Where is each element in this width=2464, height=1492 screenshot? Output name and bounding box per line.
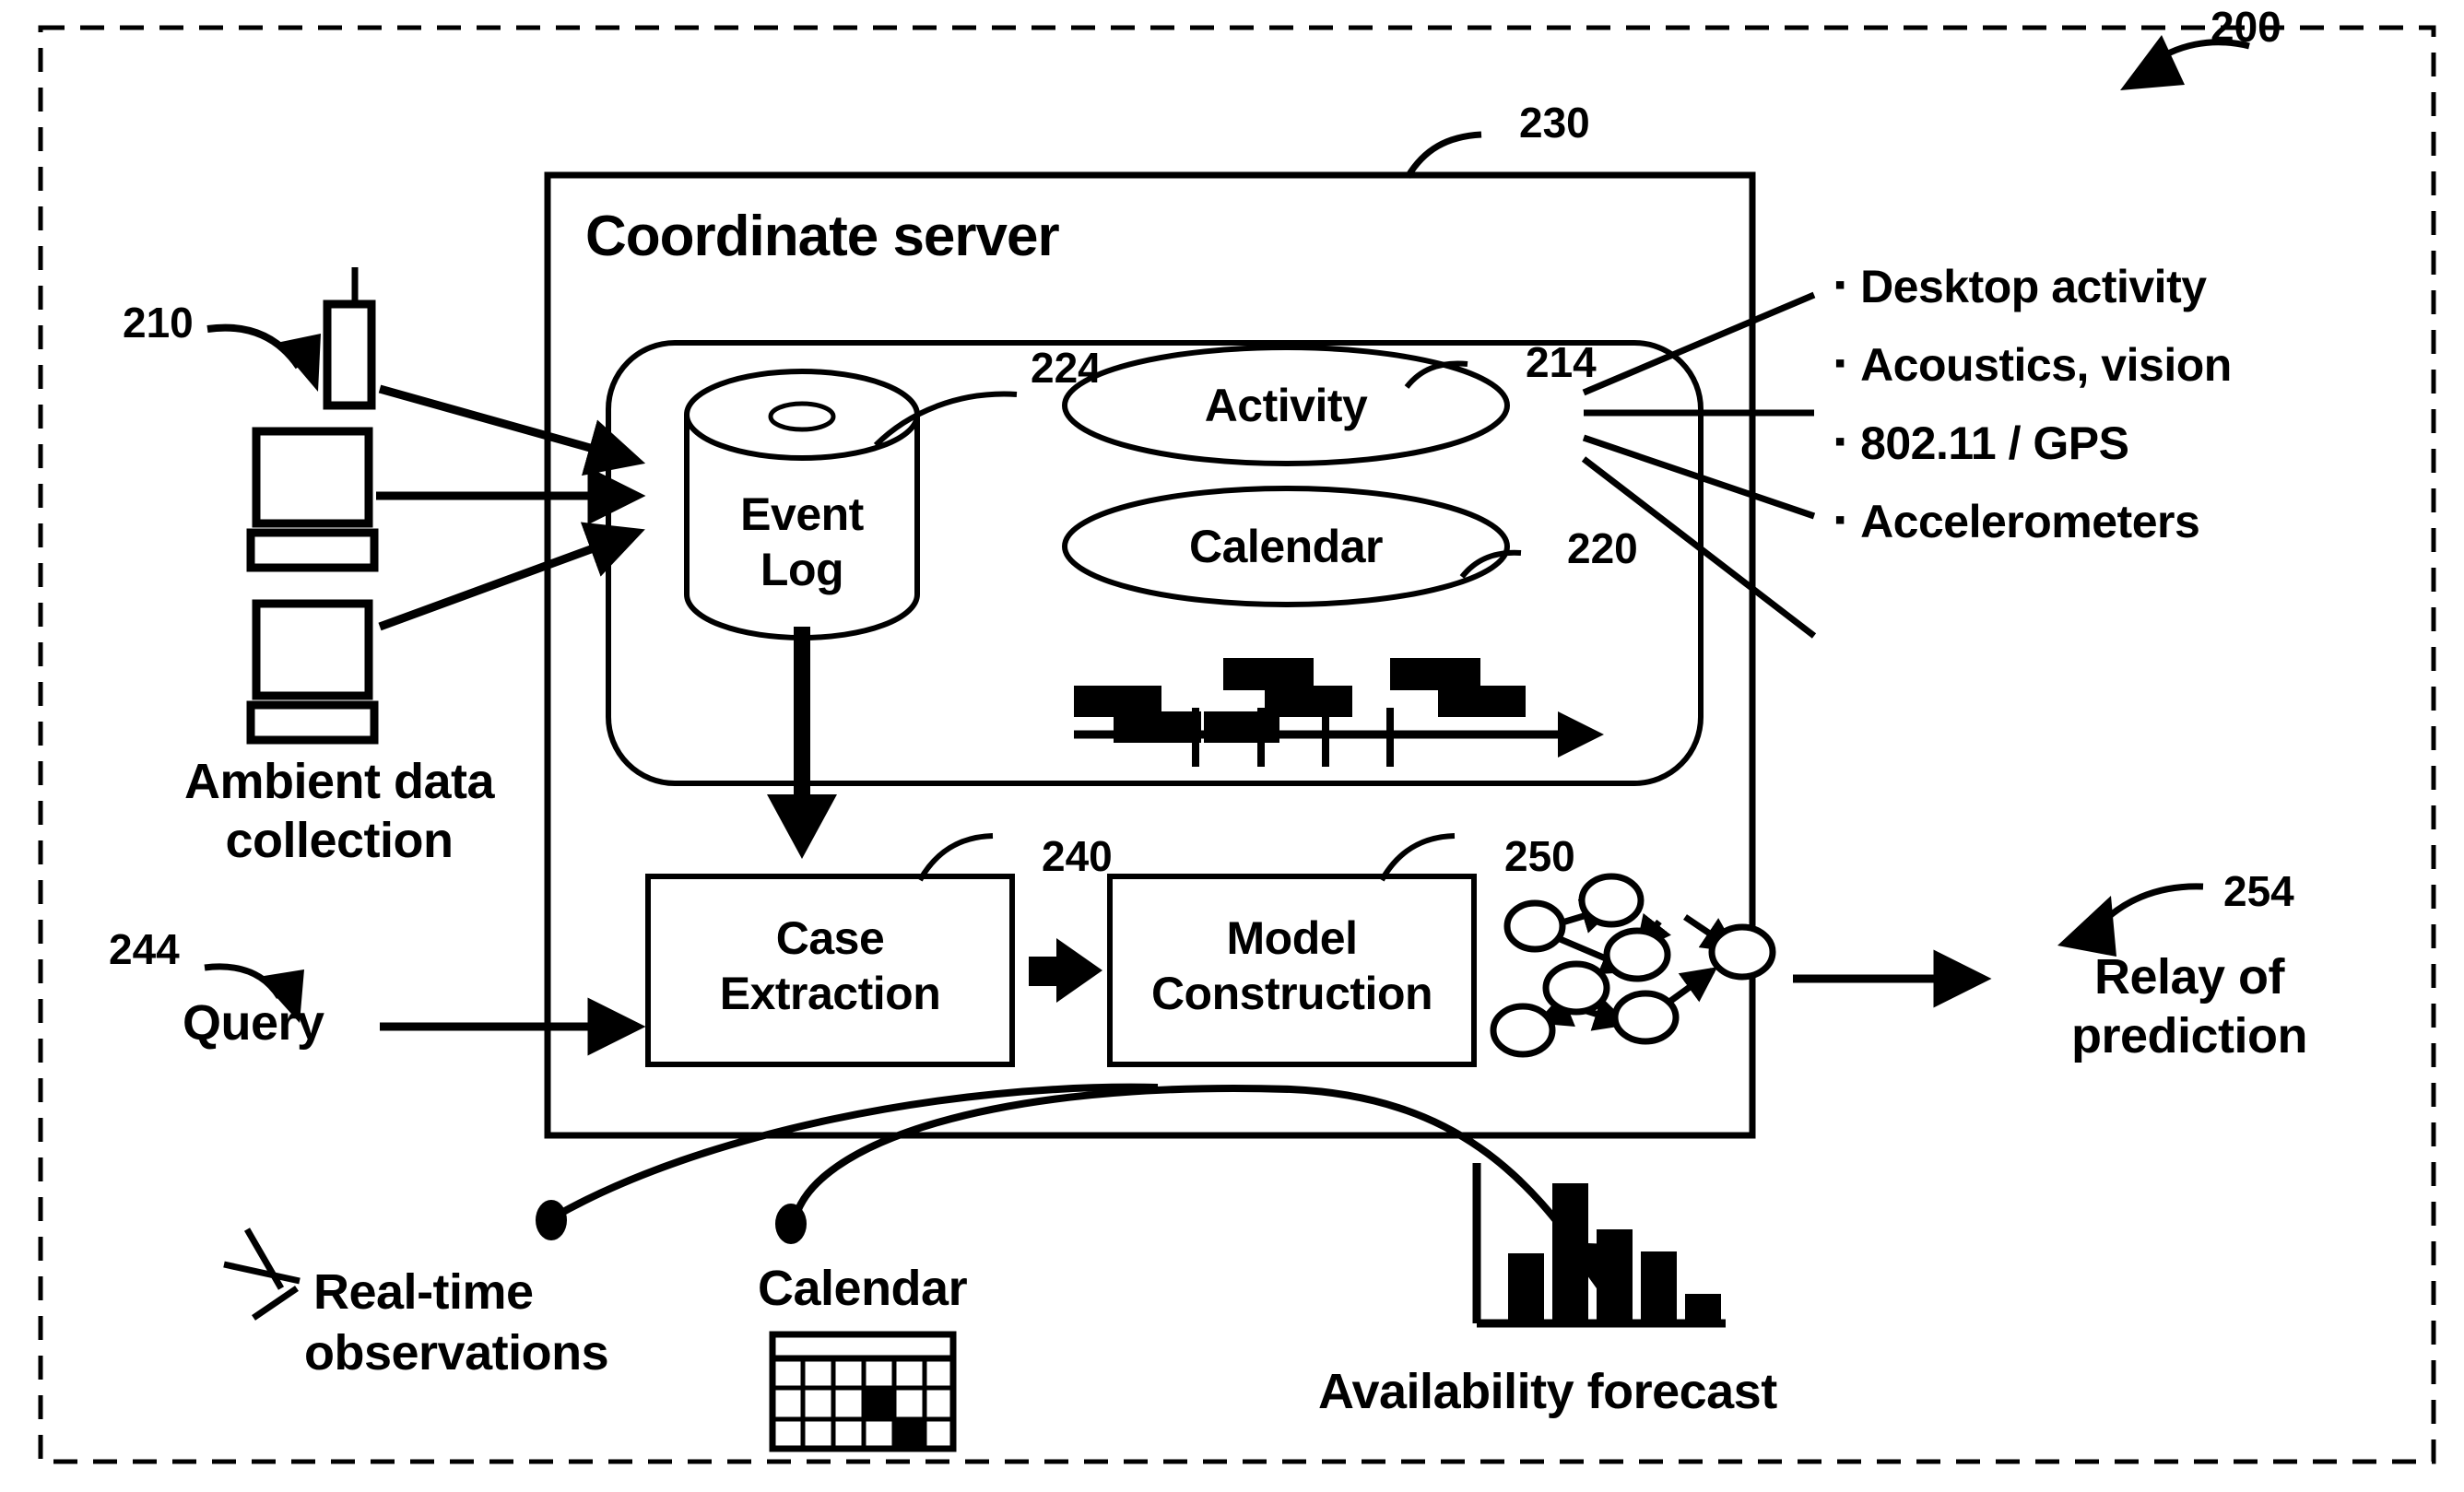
device-to-eventlog-arrows xyxy=(376,384,646,631)
ambient-data-collection-line2: collection xyxy=(225,813,454,868)
sensor-bullet-list: ▪ Desktop activity ▪ Acoustics, vision ▪… xyxy=(1834,261,2406,574)
leader-240 xyxy=(917,833,994,882)
ref-230: 230 xyxy=(1519,99,1590,147)
signal-burst-icon xyxy=(223,1228,301,1321)
activity-label: Activity xyxy=(1204,380,1368,431)
ref-210: 210 xyxy=(123,299,194,347)
mobile-phone-icon xyxy=(323,267,376,410)
outer-dashed-frame xyxy=(38,25,2436,1464)
availability-forecast-label: Availability forecast xyxy=(1318,1364,1777,1419)
calendar-bottom-label: Calendar xyxy=(758,1261,968,1316)
gantt-timeline-icon xyxy=(1074,658,1604,767)
leader-230 xyxy=(1404,131,1482,179)
bullet-label-2: 802.11 / GPS xyxy=(1860,417,2129,469)
event-log-label-line2: Log xyxy=(760,544,844,595)
case-to-model-arrow xyxy=(1029,938,1102,1003)
ref-250: 250 xyxy=(1504,832,1575,880)
bullet-square-icon: ▪ xyxy=(1834,502,1846,537)
bullet-square-icon: ▪ xyxy=(1834,267,1846,302)
model-construction-line1: Model xyxy=(1226,912,1358,964)
ref-254: 254 xyxy=(2223,867,2294,915)
bullet-item-accelerometers: ▪ Accelerometers xyxy=(1834,496,2406,549)
bar-chart-icon xyxy=(1472,1163,1726,1328)
query-label: Query xyxy=(183,995,324,1051)
ambient-data-collection-line1: Ambient data xyxy=(183,754,495,809)
bullet-label-3: Accelerometers xyxy=(1860,496,2200,547)
model-construction-line2: Construction xyxy=(1150,968,1433,1019)
coordinate-server-title: Coordinate server xyxy=(585,205,1060,268)
bullet-item-802-11-gps: ▪ 802.11 / GPS xyxy=(1834,417,2406,471)
bayesian-network-icon xyxy=(1490,873,1776,1058)
ref-200: 200 xyxy=(2211,3,2281,51)
case-extraction-line2: Extraction xyxy=(719,968,941,1019)
realtime-observations-line1: Real-time xyxy=(313,1264,534,1320)
ref-214: 214 xyxy=(1526,338,1597,386)
bullet-square-icon: ▪ xyxy=(1834,424,1846,459)
ref-244: 244 xyxy=(109,925,180,973)
relay-of-prediction-line1: Relay of xyxy=(2093,949,2285,1004)
eventlog-to-case-arrow xyxy=(767,627,837,859)
bullet-label-1: Acoustics, vision xyxy=(1860,339,2232,391)
case-extraction-line1: Case xyxy=(775,912,885,964)
calendar-node-label: Calendar xyxy=(1189,521,1383,572)
ref-220: 220 xyxy=(1567,524,1638,572)
laptop-computer-icon xyxy=(246,427,379,572)
bullet-label-0: Desktop activity xyxy=(1860,261,2207,312)
bullet-item-acoustics-vision: ▪ Acoustics, vision xyxy=(1834,339,2406,393)
event-log-label-line1: Event xyxy=(740,488,864,540)
bullet-square-icon: ▪ xyxy=(1834,346,1846,381)
desktop-computer-icon xyxy=(246,599,379,745)
leader-250 xyxy=(1379,833,1456,882)
relay-of-prediction-line2: prediction xyxy=(2070,1008,2308,1063)
leader-210 xyxy=(206,323,321,392)
realtime-observations-line2: observations xyxy=(304,1325,609,1380)
patent-figure-200: 200 230 Coordinate server 210 224 214 22… xyxy=(0,0,2464,1492)
leader-254 xyxy=(2057,883,2204,957)
ref-240: 240 xyxy=(1042,832,1113,880)
calendar-grid-icon xyxy=(769,1331,957,1452)
bullet-item-desktop-activity: ▪ Desktop activity xyxy=(1834,261,2406,314)
